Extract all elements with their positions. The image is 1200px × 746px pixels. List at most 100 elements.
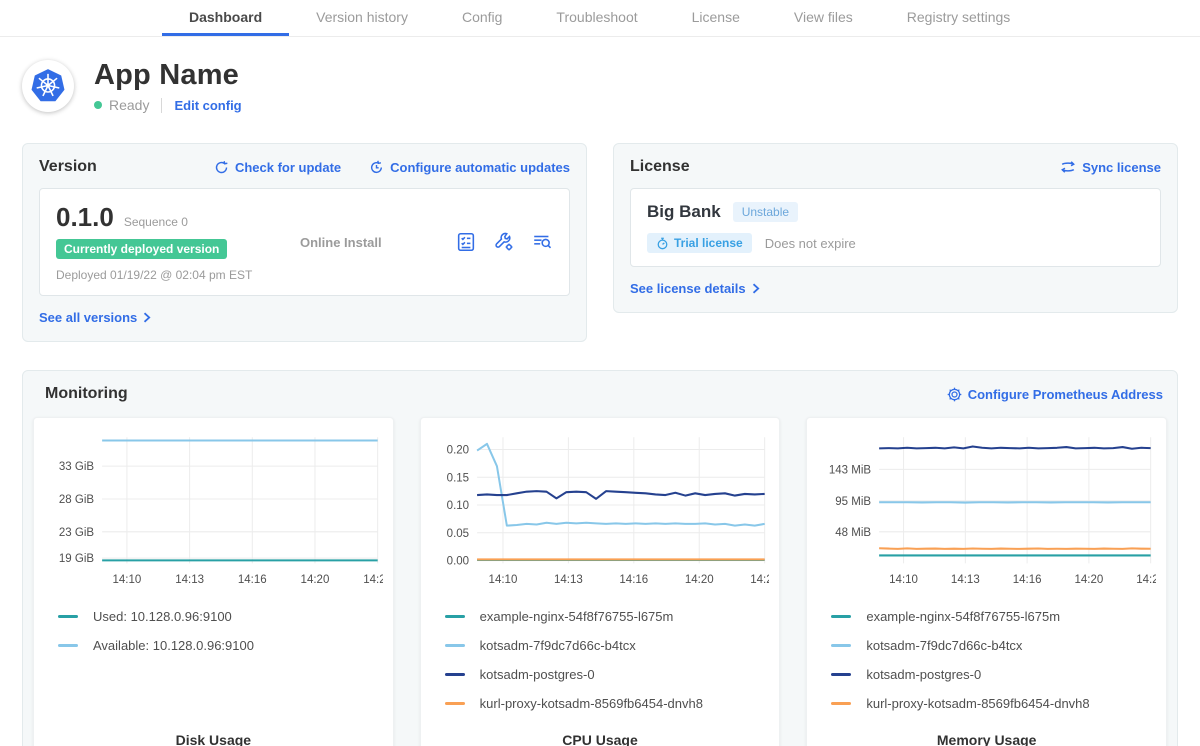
- disk-usage-legend: Used: 10.128.0.96:9100 Available: 10.128.…: [44, 602, 383, 660]
- sequence-label: Sequence 0: [124, 215, 188, 229]
- clock-update-icon: [369, 160, 384, 175]
- legend-swatch: [831, 702, 851, 705]
- chart-title: Memory Usage: [817, 718, 1156, 746]
- view-logs-icon[interactable]: [531, 231, 553, 253]
- legend-label: example-nginx-54f8f76755-l675m: [480, 609, 674, 624]
- stopwatch-icon: [656, 237, 669, 250]
- legend-item: Available: 10.128.0.96:9100: [58, 631, 383, 660]
- tab-registry-settings[interactable]: Registry settings: [880, 0, 1037, 36]
- chevron-right-icon: [143, 312, 151, 323]
- tab-config[interactable]: Config: [435, 0, 529, 36]
- svg-text:14:13: 14:13: [951, 573, 980, 586]
- see-all-versions-link[interactable]: See all versions: [39, 310, 151, 325]
- chevron-right-icon: [752, 283, 760, 294]
- chart-title: Disk Usage: [44, 718, 383, 746]
- svg-text:14:16: 14:16: [1013, 573, 1042, 586]
- edit-config-link[interactable]: Edit config: [174, 98, 241, 113]
- wrench-gear-icon[interactable]: [493, 231, 515, 253]
- svg-text:0.05: 0.05: [446, 527, 468, 540]
- legend-label: Available: 10.128.0.96:9100: [93, 638, 254, 653]
- svg-text:14:23: 14:23: [1137, 573, 1156, 586]
- legend-swatch: [58, 615, 78, 618]
- svg-text:28 GiB: 28 GiB: [59, 493, 94, 506]
- sync-license-button[interactable]: Sync license: [1060, 160, 1161, 175]
- legend-item: Used: 10.128.0.96:9100: [58, 602, 383, 631]
- tab-dashboard[interactable]: Dashboard: [162, 0, 289, 36]
- nav-tabs: DashboardVersion historyConfigTroublesho…: [162, 0, 1037, 36]
- legend-label: kotsadm-7f9dc7d66c-b4tcx: [480, 638, 636, 653]
- version-card: Version Check for update: [22, 143, 587, 342]
- svg-text:19 GiB: 19 GiB: [59, 552, 94, 565]
- legend-label: kotsadm-7f9dc7d66c-b4tcx: [866, 638, 1022, 653]
- svg-text:14:13: 14:13: [554, 573, 583, 586]
- svg-text:48 MiB: 48 MiB: [836, 526, 872, 539]
- kubernetes-icon: [29, 67, 67, 105]
- legend-swatch: [58, 644, 78, 647]
- license-card-title: License: [630, 158, 690, 176]
- install-type-label: Online Install: [286, 235, 455, 250]
- legend-item: kurl-proxy-kotsadm-8569fb6454-dnvh8: [445, 689, 770, 718]
- tab-version-history[interactable]: Version history: [289, 0, 435, 36]
- version-number: 0.1.0: [56, 202, 114, 233]
- status-text: Ready: [109, 97, 149, 113]
- svg-text:14:20: 14:20: [685, 573, 714, 586]
- svg-text:33 GiB: 33 GiB: [59, 460, 94, 473]
- svg-text:14:20: 14:20: [301, 573, 330, 586]
- customer-name: Big Bank: [647, 202, 721, 222]
- see-license-details-link[interactable]: See license details: [630, 281, 760, 296]
- current-version-row: 0.1.0 Sequence 0 Currently deployed vers…: [39, 188, 570, 296]
- memory-usage-legend: example-nginx-54f8f76755-l675m kotsadm-7f…: [817, 602, 1156, 718]
- check-for-update-button[interactable]: Check for update: [214, 160, 341, 175]
- deployed-timestamp: Deployed 01/19/22 @ 02:04 pm EST: [56, 268, 286, 282]
- license-summary: Big Bank Unstable Trial license Does not…: [630, 188, 1161, 267]
- legend-swatch: [445, 644, 465, 647]
- configure-prometheus-button[interactable]: Configure Prometheus Address: [947, 387, 1163, 402]
- legend-label: kotsadm-postgres-0: [866, 667, 981, 682]
- license-type-badge: Trial license: [647, 233, 752, 253]
- legend-label: kurl-proxy-kotsadm-8569fb6454-dnvh8: [480, 696, 703, 711]
- top-nav: DashboardVersion historyConfigTroublesho…: [0, 0, 1200, 37]
- svg-text:143 MiB: 143 MiB: [829, 463, 871, 476]
- app-logo: [22, 60, 74, 112]
- svg-text:14:23: 14:23: [363, 573, 382, 586]
- tab-license[interactable]: License: [665, 0, 767, 36]
- preflight-checks-icon[interactable]: [455, 231, 477, 253]
- tab-view-files[interactable]: View files: [767, 0, 880, 36]
- legend-item: example-nginx-54f8f76755-l675m: [831, 602, 1156, 631]
- legend-item: example-nginx-54f8f76755-l675m: [445, 602, 770, 631]
- legend-label: kurl-proxy-kotsadm-8569fb6454-dnvh8: [866, 696, 1089, 711]
- legend-swatch: [831, 673, 851, 676]
- svg-text:14:16: 14:16: [619, 573, 648, 586]
- legend-swatch: [831, 644, 851, 647]
- license-card: License Sync license Big Bank Unstable: [613, 143, 1178, 313]
- svg-text:23 GiB: 23 GiB: [59, 526, 94, 539]
- deployed-badge: Currently deployed version: [56, 239, 227, 259]
- legend-item: kotsadm-postgres-0: [445, 660, 770, 689]
- app-header: App Name Ready Edit config: [22, 59, 1178, 113]
- legend-swatch: [445, 702, 465, 705]
- legend-swatch: [445, 673, 465, 676]
- gear-icon: [947, 387, 962, 402]
- svg-text:0.20: 0.20: [446, 443, 469, 456]
- legend-item: kotsadm-7f9dc7d66c-b4tcx: [831, 631, 1156, 660]
- legend-item: kurl-proxy-kotsadm-8569fb6454-dnvh8: [831, 689, 1156, 718]
- cpu-usage-plot: 0.200.150.100.050.0014:1014:1314:1614:20…: [431, 428, 770, 590]
- svg-text:0.00: 0.00: [446, 555, 469, 568]
- monitoring-title: Monitoring: [45, 385, 128, 403]
- disk-usage-chart-card: 33 GiB28 GiB23 GiB19 GiB14:1014:1314:161…: [33, 417, 394, 746]
- svg-text:0.15: 0.15: [446, 471, 468, 484]
- chart-title: CPU Usage: [431, 718, 770, 746]
- svg-text:14:10: 14:10: [890, 573, 919, 586]
- svg-text:95 MiB: 95 MiB: [836, 495, 872, 508]
- tab-troubleshoot[interactable]: Troubleshoot: [529, 0, 664, 36]
- divider: [161, 98, 162, 113]
- configure-automatic-updates-button[interactable]: Configure automatic updates: [369, 160, 570, 175]
- status-dot: [94, 101, 102, 109]
- svg-text:14:23: 14:23: [750, 573, 769, 586]
- cpu-usage-chart-card: 0.200.150.100.050.0014:1014:1314:1614:20…: [420, 417, 781, 746]
- page-title: App Name: [94, 59, 242, 92]
- monitoring-section: Monitoring Configure Prometheus Address: [22, 370, 1178, 746]
- legend-label: example-nginx-54f8f76755-l675m: [866, 609, 1060, 624]
- legend-item: kotsadm-7f9dc7d66c-b4tcx: [445, 631, 770, 660]
- channel-badge: Unstable: [733, 202, 798, 222]
